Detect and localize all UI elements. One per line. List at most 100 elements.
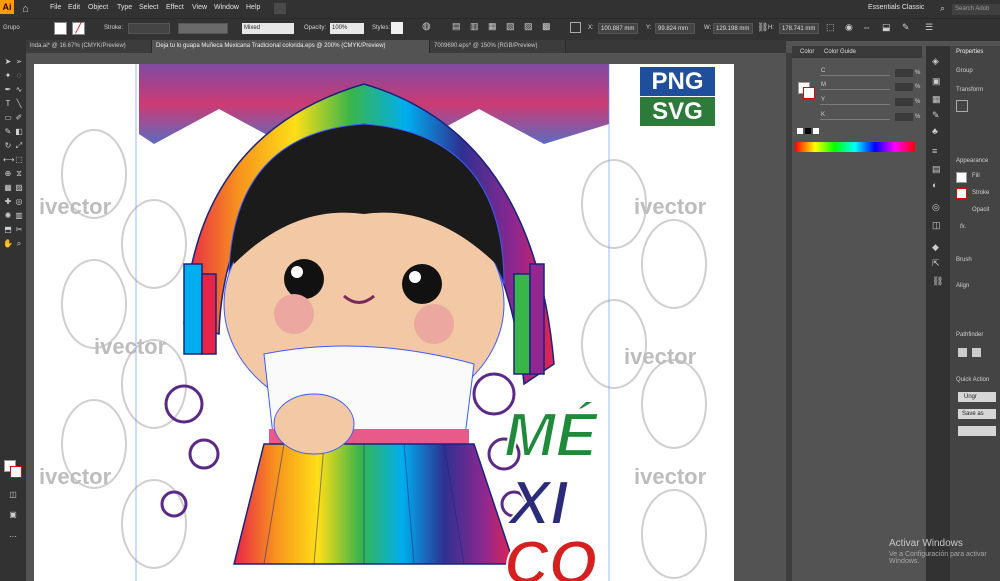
- hand-icon[interactable]: ✋: [3, 239, 13, 248]
- blend-icon[interactable]: ◎: [14, 197, 24, 206]
- align-middle-icon[interactable]: ▨: [524, 21, 533, 32]
- screen-mode-icon[interactable]: ▣: [8, 510, 18, 519]
- home-icon[interactable]: ⌂: [22, 3, 34, 15]
- artboard[interactable]: ivector ivector ivector ivector ivector …: [34, 64, 734, 581]
- perspective-icon[interactable]: ⧖: [14, 169, 24, 178]
- x-input[interactable]: 100.887 mm: [598, 23, 638, 34]
- stroke-swatch[interactable]: ╱: [72, 22, 85, 35]
- swatches-icon[interactable]: ▦: [932, 94, 941, 105]
- graphic-style-swatch[interactable]: [391, 22, 403, 34]
- graph-icon[interactable]: ▥: [14, 211, 24, 220]
- selection-tool-icon[interactable]: ➤: [3, 57, 13, 66]
- channel-k-slider[interactable]: [820, 119, 890, 120]
- edit-toolbar-icon[interactable]: ⋯: [8, 532, 18, 541]
- brushes-icon[interactable]: ✎: [932, 110, 940, 121]
- stroke-panel-icon[interactable]: ≡: [932, 146, 937, 156]
- transparency-icon[interactable]: ◐: [932, 180, 937, 190]
- curvature-icon[interactable]: ∿: [14, 85, 24, 94]
- layers-icon[interactable]: ◈: [932, 56, 939, 67]
- gradient-panel-icon[interactable]: ▤: [932, 164, 941, 175]
- channel-c-slider[interactable]: [820, 75, 890, 76]
- align-top-icon[interactable]: ▧: [506, 21, 515, 32]
- color-spectrum[interactable]: [795, 142, 915, 152]
- isolate-icon[interactable]: ⬓: [882, 22, 891, 33]
- menu-window[interactable]: Window: [214, 4, 239, 11]
- magic-wand-icon[interactable]: ✦: [3, 71, 13, 80]
- menu-object[interactable]: Object: [88, 4, 108, 11]
- type-icon[interactable]: T: [3, 99, 13, 108]
- menu-type[interactable]: Type: [117, 4, 132, 11]
- artboard-icon[interactable]: ⬒: [3, 225, 13, 234]
- direct-selection-icon[interactable]: ➢: [14, 57, 24, 66]
- mesh-icon[interactable]: ▦: [3, 183, 13, 192]
- white-swatch[interactable]: [813, 128, 819, 134]
- shape-icon[interactable]: ◉: [845, 22, 853, 33]
- align-icon[interactable]: ▤: [452, 21, 461, 32]
- variable-width-profile[interactable]: [178, 23, 228, 34]
- menu-edit[interactable]: Edit: [68, 4, 80, 11]
- color-stroke-swatch[interactable]: [803, 87, 815, 99]
- rotate-icon[interactable]: ↻: [3, 141, 13, 150]
- shape-builder-icon[interactable]: ⊕: [3, 169, 13, 178]
- quick-action-button[interactable]: [958, 426, 996, 436]
- shaper-icon[interactable]: ✎: [3, 127, 13, 136]
- tab-muneca-eps[interactable]: Deja tu lo guapa Muñeca Mexicana Tradici…: [152, 40, 430, 53]
- tab-lnda[interactable]: lnda.ai* @ 16.67% (CMYK/Preview): [26, 40, 152, 53]
- reference-point-icon[interactable]: [956, 100, 968, 112]
- graphic-styles-icon[interactable]: ◫: [932, 220, 941, 231]
- width-icon[interactable]: ⟷: [3, 155, 14, 164]
- appearance-panel-icon[interactable]: ◎: [932, 202, 940, 213]
- links-icon[interactable]: ⛓: [932, 276, 943, 287]
- line-icon[interactable]: ╲: [14, 99, 24, 108]
- gradient-icon[interactable]: ▨: [14, 183, 24, 192]
- free-transform-icon[interactable]: ⬚: [14, 155, 24, 164]
- tab-color-guide[interactable]: Color Guide: [824, 49, 856, 55]
- menu-file[interactable]: File: [50, 4, 61, 11]
- fill-swatch[interactable]: [54, 22, 67, 35]
- channel-c-input[interactable]: [895, 69, 913, 77]
- channel-y-input[interactable]: [895, 98, 913, 106]
- stroke-weight-input[interactable]: [128, 23, 170, 34]
- channel-m-input[interactable]: [895, 83, 913, 91]
- black-swatch[interactable]: [805, 128, 811, 134]
- none-swatch[interactable]: [797, 128, 803, 134]
- opacity-input[interactable]: 100%: [330, 23, 364, 34]
- search-icon[interactable]: ⌕: [940, 3, 945, 14]
- menu-view[interactable]: View: [192, 4, 207, 11]
- menu-effect[interactable]: Effect: [166, 4, 184, 11]
- drawing-mode-icon[interactable]: ◫: [8, 490, 18, 499]
- w-input[interactable]: 129.198 mm: [713, 23, 753, 34]
- tab-7009690[interactable]: 7009690.eps* @ 150% (RGB/Preview): [430, 40, 566, 53]
- brush-icon[interactable]: ✐: [14, 113, 24, 122]
- export-icon[interactable]: ⇱: [932, 258, 940, 269]
- symbol-sprayer-icon[interactable]: ✺: [3, 211, 13, 220]
- lasso-icon[interactable]: ◌: [14, 71, 24, 80]
- search-input[interactable]: Search Adob: [952, 4, 1000, 15]
- layers-panel-icon[interactable]: ◆: [932, 242, 939, 253]
- y-input[interactable]: 99.824 mm: [655, 23, 695, 34]
- align-right-icon[interactable]: ▦: [488, 21, 497, 32]
- save-as-button[interactable]: Save as: [958, 409, 996, 419]
- reference-point-icon[interactable]: [570, 22, 581, 33]
- channel-y-slider[interactable]: [820, 104, 890, 105]
- recolor-artwork-icon[interactable]: ◍: [422, 21, 431, 32]
- eyedropper-icon[interactable]: ✚: [3, 197, 13, 206]
- appearance-stroke-swatch[interactable]: [956, 188, 967, 199]
- tab-color[interactable]: Color: [800, 49, 814, 55]
- transform-panel-icon[interactable]: ⬚: [826, 22, 835, 33]
- fx-icon[interactable]: fx.: [960, 224, 966, 230]
- symbols-icon[interactable]: ♣: [932, 126, 938, 136]
- rectangle-icon[interactable]: ▭: [3, 113, 13, 122]
- channel-k-input[interactable]: [895, 113, 913, 121]
- menu-icon[interactable]: ☰: [925, 22, 933, 33]
- align-center-icon[interactable]: ▥: [470, 21, 479, 32]
- arrange-documents-icon[interactable]: [274, 3, 286, 14]
- menu-select[interactable]: Select: [139, 4, 158, 11]
- pen-icon[interactable]: ✒: [3, 85, 13, 94]
- channel-m-slider[interactable]: [820, 89, 890, 90]
- libraries-icon[interactable]: ▣: [932, 76, 941, 87]
- workspace-switcher[interactable]: Essentials Classic: [868, 4, 924, 11]
- h-input[interactable]: 178.741 mm: [779, 23, 819, 34]
- flip-icon[interactable]: ⇔: [862, 22, 871, 32]
- toolbar-stroke-swatch[interactable]: [10, 466, 22, 478]
